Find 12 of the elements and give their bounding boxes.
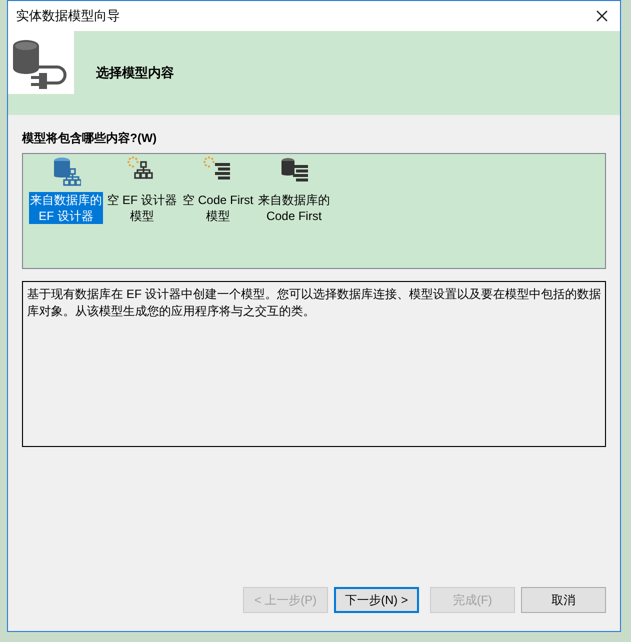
model-option[interactable]: 空 EF 设计器模型 [105, 156, 179, 224]
database-icon [51, 156, 81, 186]
wizard-button[interactable]: 取消 [521, 587, 606, 613]
close-icon[interactable] [596, 10, 608, 22]
model-option[interactable]: 空 Code First 模型 [181, 156, 255, 224]
page-title: 选择模型内容 [96, 64, 174, 82]
model-option[interactable]: 来自数据库的 Code First [257, 156, 331, 224]
window-title: 实体数据模型向导 [16, 7, 120, 26]
wizard-button[interactable]: 下一步(N) > [334, 587, 419, 613]
description-box: 基于现有数据库在 EF 设计器中创建一个模型。您可以选择数据库连接、模型设置以及要在模型中包括的数据库对象。从该模型生成您的应用程序将与之交互的类。 [22, 281, 606, 447]
model-option[interactable]: 来自数据库的 EF 设计器 [29, 156, 103, 224]
options-label: 模型将包含哪些内容?(W) [22, 130, 158, 147]
